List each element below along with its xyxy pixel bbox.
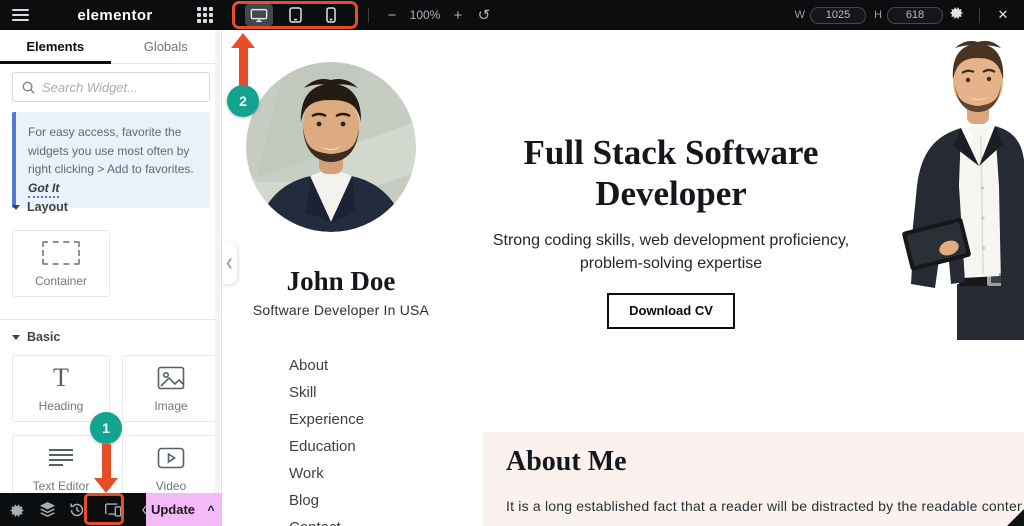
desktop-mode-button[interactable]	[245, 4, 273, 26]
mobile-icon	[326, 7, 336, 23]
update-options-chevron-icon[interactable]: ^	[200, 503, 222, 517]
widget-label: Text Editor	[32, 478, 90, 493]
canvas-width-input[interactable]	[810, 6, 867, 24]
about-heading: About Me	[506, 446, 627, 477]
zoom-in-button[interactable]: +	[445, 7, 471, 24]
nav-item-about[interactable]: About	[289, 352, 364, 379]
nav-item-work[interactable]: Work	[289, 460, 364, 487]
widget-card-text-editor[interactable]: Text Editor	[12, 435, 110, 502]
mobile-mode-button[interactable]	[317, 4, 345, 26]
widget-label: Heading	[38, 398, 84, 413]
tab-elements[interactable]: Elements	[0, 30, 111, 64]
widgets-panel: Elements Globals For easy access, favori…	[0, 30, 222, 502]
got-it-link[interactable]: Got It	[28, 180, 60, 198]
preview-settings-gear-icon[interactable]	[943, 5, 969, 25]
profile-avatar	[246, 62, 416, 232]
notice-text: For easy access, favorite the widgets yo…	[28, 125, 194, 177]
section-basic[interactable]: Basic	[12, 330, 60, 344]
collapse-caret-icon	[12, 204, 20, 210]
reset-zoom-icon[interactable]: ↻	[471, 6, 497, 24]
menu-icon[interactable]	[0, 0, 40, 30]
responsive-device-switcher	[232, 1, 358, 29]
widget-label: Image	[154, 398, 188, 413]
panel-tabs: Elements Globals	[0, 30, 221, 64]
profile-subtitle: Software Developer In USA	[252, 302, 430, 318]
text-editor-icon	[47, 445, 75, 471]
widget-label: Video	[155, 478, 187, 493]
desktop-icon	[250, 8, 268, 22]
search-icon	[22, 81, 35, 94]
canvas-size-controls: W H ✕	[787, 0, 1024, 30]
zoom-level: 100%	[409, 8, 441, 22]
close-editor-icon[interactable]: ✕	[990, 7, 1016, 23]
topbar-divider	[979, 7, 980, 23]
businessman-photo-illustration	[902, 40, 1024, 340]
profile-nav-menu: About Skill Experience Education Work Bl…	[289, 352, 364, 526]
preview-canvas: John Doe Software Developer In USA About…	[223, 30, 1024, 526]
nav-item-skill[interactable]: Skill	[289, 379, 364, 406]
widget-label: Container	[34, 273, 88, 288]
site-settings-gear-icon[interactable]	[2, 493, 32, 526]
video-icon	[157, 445, 185, 471]
widget-card-heading[interactable]: T Heading	[12, 355, 110, 422]
widget-search[interactable]	[12, 72, 210, 102]
favorites-notice: For easy access, favorite the widgets yo…	[12, 112, 210, 209]
update-zone: Update ^	[146, 493, 222, 526]
history-icon[interactable]	[62, 493, 92, 526]
avatar-photo-illustration	[246, 62, 416, 232]
apps-grid-icon[interactable]	[190, 0, 220, 30]
hero-section: Full Stack Software Developer Strong cod…	[451, 30, 891, 329]
container-icon	[42, 240, 80, 266]
search-input[interactable]	[42, 79, 192, 95]
tablet-mode-button[interactable]	[281, 4, 309, 26]
image-icon	[157, 365, 185, 391]
nav-item-contact[interactable]: Contact	[289, 514, 364, 526]
section-layout-title: Layout	[27, 200, 68, 214]
hero-subheading: Strong coding skills, web development pr…	[492, 231, 850, 272]
panel-scrollbar[interactable]	[215, 30, 220, 493]
about-section: About Me It is a long established fact t…	[483, 432, 1024, 526]
section-layout[interactable]: Layout	[12, 200, 68, 214]
download-cv-button[interactable]: Download CV	[607, 292, 735, 329]
heading-icon: T	[53, 362, 69, 392]
editor-topbar: elementor − 100% + ↻ W H	[0, 0, 1024, 30]
hero-heading: Full Stack Software Developer	[523, 133, 819, 214]
hero-photo	[891, 36, 1024, 340]
tablet-icon	[288, 7, 302, 23]
widget-card-video[interactable]: Video	[122, 435, 220, 502]
nav-item-blog[interactable]: Blog	[289, 487, 364, 514]
widget-card-container[interactable]: Container	[12, 230, 110, 297]
panel-collapse-handle[interactable]: ❮	[222, 242, 237, 284]
zoom-out-button[interactable]: −	[379, 7, 405, 24]
section-basic-title: Basic	[27, 330, 61, 344]
nav-item-education[interactable]: Education	[289, 433, 364, 460]
responsive-mode-icon[interactable]	[98, 493, 128, 526]
navigator-layers-icon[interactable]	[32, 493, 62, 526]
topbar-divider	[368, 7, 369, 23]
nav-item-experience[interactable]: Experience	[289, 406, 364, 433]
panel-footer-toolbar: Update ^	[0, 493, 222, 526]
about-text: It is a long established fact that a rea…	[506, 498, 1022, 514]
canvas-height-input[interactable]	[887, 6, 943, 24]
widget-card-image[interactable]: Image	[122, 355, 220, 422]
tab-globals[interactable]: Globals	[111, 30, 222, 63]
height-label: H	[874, 9, 882, 21]
mouse-cursor-icon	[1007, 509, 1024, 526]
width-label: W	[794, 9, 806, 21]
profile-name: John Doe	[286, 266, 396, 296]
elementor-logo: elementor	[77, 6, 153, 24]
collapse-caret-icon	[12, 334, 20, 340]
update-button[interactable]: Update	[146, 502, 200, 517]
panel-divider	[0, 319, 222, 320]
